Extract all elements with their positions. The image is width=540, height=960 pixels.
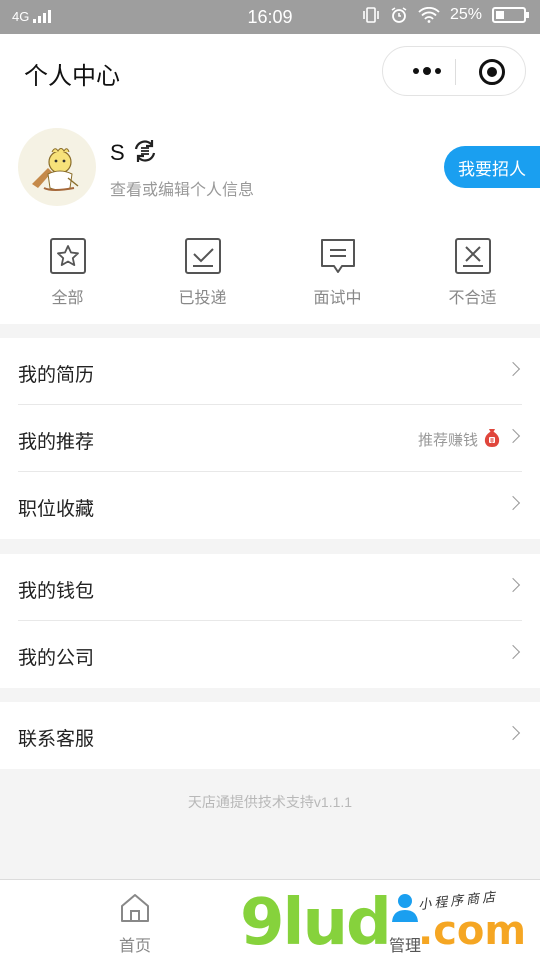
menu-item-label: 我的钱包: [18, 581, 95, 602]
recruit-button[interactable]: 我要招人: [444, 146, 540, 188]
status-icons: 25%: [362, 6, 529, 24]
menu-item-label: 我的公司: [18, 648, 95, 669]
stat-unsuitable-label: 不合适: [448, 290, 497, 307]
check-box-icon: [184, 238, 221, 274]
menu-item-label: 职位收藏: [18, 499, 95, 520]
tab-home-label: 首页: [118, 938, 151, 955]
chat-bubble-icon: [320, 239, 355, 273]
star-icon: [49, 238, 86, 274]
bottom-tab-bar: 首页 管理: [0, 879, 540, 960]
tab-home[interactable]: 首页: [0, 880, 270, 960]
alarm-icon: [391, 7, 407, 23]
chevron-right-icon: [505, 361, 521, 377]
chevron-right-icon: [505, 428, 521, 444]
chevron-right-icon: [505, 725, 521, 741]
more-dots-icon[interactable]: [401, 47, 453, 95]
tab-manage-label: 管理: [388, 938, 421, 955]
profile-section: S 查看或编辑个人信息 我要招人 全部 已投递 面试中 不合适: [0, 110, 540, 324]
menu-item-company[interactable]: 我的公司: [0, 621, 540, 688]
menu-item-label: 我的推荐: [18, 432, 95, 453]
stat-interviewing-label: 面试中: [313, 290, 362, 307]
stat-all[interactable]: 全部: [0, 232, 135, 312]
menu-group-2: 我的钱包 我的公司: [0, 554, 540, 688]
money-bag-icon: [484, 429, 500, 447]
tech-support-note: 天店通提供技术支持v1.1.1: [187, 794, 353, 810]
menu-item-favorites[interactable]: 职位收藏: [0, 472, 540, 539]
stat-unsuitable[interactable]: 不合适: [405, 232, 540, 312]
switch-identity-icon[interactable]: [132, 138, 158, 164]
chevron-right-icon: [505, 495, 521, 511]
recommend-earn-text: 推荐赚钱: [417, 432, 478, 449]
application-status-tabs: 全部 已投递 面试中 不合适: [0, 232, 540, 312]
wifi-icon: [418, 7, 440, 23]
menu-item-wallet[interactable]: 我的钱包: [0, 554, 540, 621]
menu-group-3: 联系客服: [0, 702, 540, 769]
page-header: 个人中心: [0, 34, 540, 110]
menu-group-1: 我的简历 我的推荐 推荐赚钱 职位收藏: [0, 338, 540, 539]
stat-applied[interactable]: 已投递: [135, 232, 270, 312]
page-title: 个人中心: [24, 63, 120, 90]
menu-item-customer-service[interactable]: 联系客服: [0, 702, 540, 769]
vibrate-icon: [363, 7, 379, 23]
tab-manage[interactable]: 管理: [270, 880, 540, 960]
menu-item-recommend[interactable]: 我的推荐 推荐赚钱: [0, 405, 540, 472]
avatar-cartoon-icon: [32, 148, 79, 191]
avatar[interactable]: [18, 128, 96, 206]
status-bar: 4G 16:09 25%: [0, 0, 540, 34]
user-icon: [392, 894, 418, 922]
battery-icon: [492, 7, 529, 23]
edit-profile-link[interactable]: 查看或编辑个人信息: [110, 176, 254, 200]
username: S: [110, 140, 125, 165]
mini-program-capsule: [382, 46, 526, 96]
stat-all-label: 全部: [51, 290, 84, 307]
chevron-right-icon: [505, 577, 521, 593]
menu-item-resume[interactable]: 我的简历: [0, 338, 540, 405]
capsule-divider: [455, 59, 456, 85]
stat-applied-label: 已投递: [178, 290, 227, 307]
menu-item-label: 我的简历: [18, 365, 95, 386]
stat-interviewing[interactable]: 面试中: [270, 232, 405, 312]
x-box-icon: [454, 238, 491, 274]
home-icon: [121, 894, 149, 922]
target-icon[interactable]: [479, 59, 505, 85]
chevron-right-icon: [505, 644, 521, 660]
menu-item-label: 联系客服: [18, 729, 95, 750]
battery-percent: 25%: [449, 6, 482, 23]
